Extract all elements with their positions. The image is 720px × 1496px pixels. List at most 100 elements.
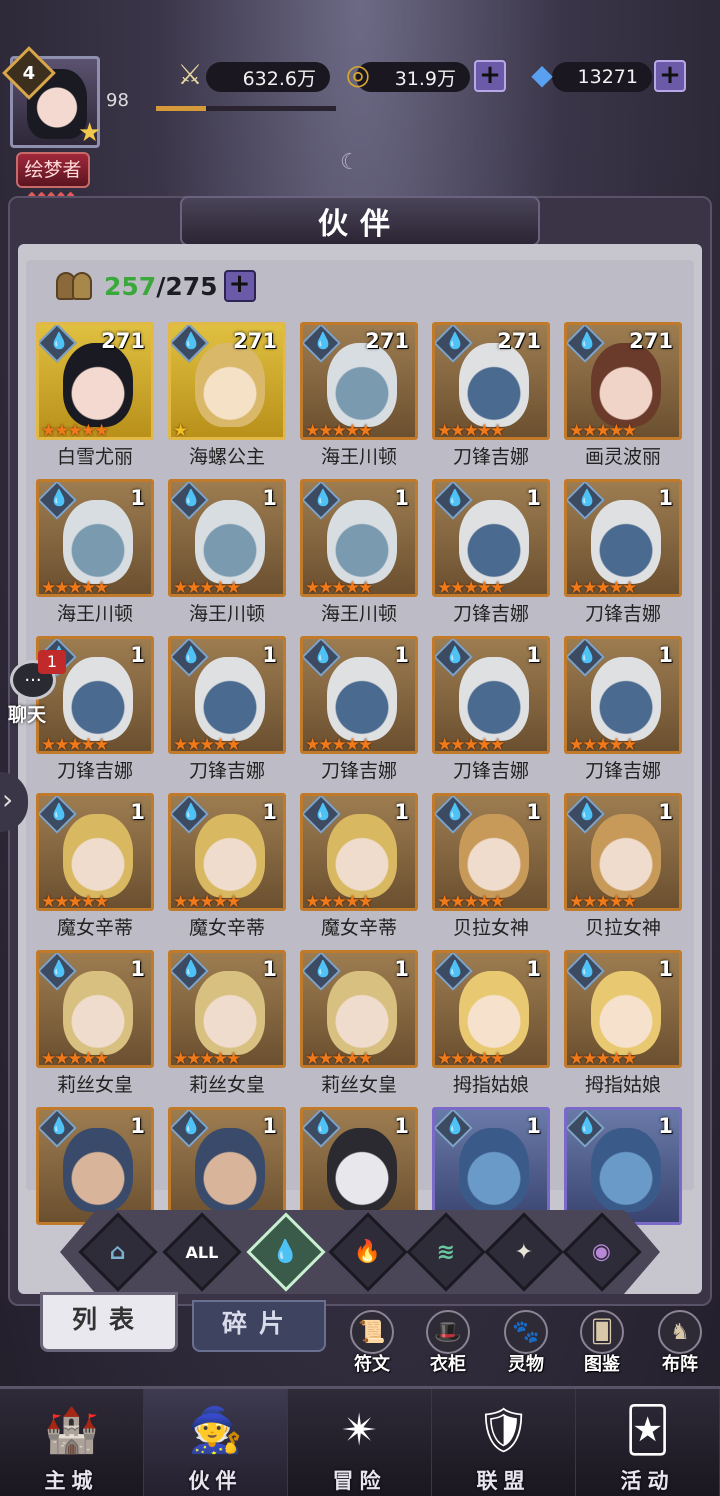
partner-level: 1	[394, 643, 409, 667]
partner-portrait: 💧 1 ★★★★★	[168, 950, 286, 1068]
partner-portrait: 💧 271 ★★★★★	[36, 322, 154, 440]
water-drop-icon: 💧	[577, 802, 597, 821]
partner-face	[327, 500, 397, 584]
partner-stars: ★★★★★	[437, 421, 505, 440]
partner-card[interactable]: 💧 1 ★★★★★ 贝拉女神	[564, 793, 682, 950]
partner-card[interactable]: 💧 1 ★★★★★ 刀锋吉娜	[168, 636, 286, 793]
runes-button-label: 符文	[354, 1354, 390, 1375]
partner-name: 魔女辛蒂	[320, 917, 397, 939]
partner-card[interactable]: 💧 1 ★★★★★ 拇指姑娘	[564, 950, 682, 1107]
player-level: 4	[22, 62, 36, 84]
partner-portrait: 💧 271 ★★★★★	[564, 322, 682, 440]
partner-card[interactable]: 💧 271 ★★★★★ 画灵波丽	[564, 322, 682, 479]
partner-card[interactable]: 💧 1 ★★★★★ 刀锋吉娜	[432, 479, 550, 636]
partner-card[interactable]: 💧 271 ★★★★★ 白雪尤丽	[36, 322, 154, 479]
water-drop-icon: 💧	[445, 488, 465, 507]
partner-stars: ★★★★★	[173, 892, 241, 911]
nav-alliance[interactable]: 🛡 联盟	[432, 1389, 576, 1496]
partner-portrait: 💧 1	[564, 1107, 682, 1225]
expand-slots-button[interactable]: +	[223, 270, 256, 302]
partner-portrait: 💧 1 ★★★★★	[432, 479, 550, 597]
add-diamond-button[interactable]: +	[654, 60, 686, 92]
partner-face	[63, 971, 133, 1055]
partner-stars: ★★★★★	[173, 578, 241, 597]
water-drop-icon: 💧	[181, 645, 201, 664]
partner-face	[195, 500, 265, 584]
partner-card[interactable]: 💧 271 ★★★★★ 刀锋吉娜	[432, 322, 550, 479]
water-drop-icon: 💧	[313, 1116, 333, 1135]
partner-card[interactable]: 💧 1 ★★★★★ 贝拉女神	[432, 793, 550, 950]
nav-partners[interactable]: 🧙 伙伴	[144, 1389, 288, 1496]
partner-card[interactable]: 💧 1 ★★★★★ 刀锋吉娜	[432, 636, 550, 793]
adventure-icon: ✴	[341, 1404, 378, 1456]
player-title[interactable]: 绘梦者	[16, 152, 90, 188]
partner-face	[591, 971, 661, 1055]
nav-alliance-label: 联盟	[476, 1469, 531, 1493]
chat-label: 聊天	[8, 704, 47, 726]
water-drop-icon: 💧	[181, 488, 201, 507]
partner-card[interactable]: 💧 1 ★★★★★ 莉丝女皇	[168, 950, 286, 1107]
partner-stars: ★★★★★	[305, 578, 373, 597]
filter-glyph: ≋	[436, 1239, 456, 1265]
partner-portrait: 💧 1 ★★★★★	[300, 636, 418, 754]
partner-name: 莉丝女皇	[56, 1074, 133, 1096]
partner-card[interactable]: 💧 1 ★★★★★ 刀锋吉娜	[564, 636, 682, 793]
partner-level: 1	[262, 1114, 277, 1138]
partner-stars: ★★★★★	[437, 892, 505, 911]
partner-face	[591, 657, 661, 741]
partner-face	[327, 343, 397, 427]
water-drop-icon: 💧	[577, 1116, 597, 1135]
codex-button[interactable]: 🂠 图鉴	[568, 1310, 636, 1380]
spirit-button[interactable]: 🐾 灵物	[492, 1310, 560, 1380]
partner-card[interactable]: 💧 1 ★★★★★ 魔女辛蒂	[300, 793, 418, 950]
wardrobe-button[interactable]: 🎩 衣柜	[414, 1310, 482, 1380]
nav-main-city-label: 主城	[44, 1469, 99, 1493]
player-exp: 98	[106, 90, 129, 111]
partner-card[interactable]: 💧 1 ★★★★★ 莉丝女皇	[36, 950, 154, 1107]
partner-stars: ★★★★★	[437, 578, 505, 597]
partner-card[interactable]: 💧 1 ★★★★★ 海王川顿	[168, 479, 286, 636]
partner-portrait: 💧 1 ★★★★★	[432, 636, 550, 754]
partner-card[interactable]: 💧 271 ★ 海螺公主	[168, 322, 286, 479]
partner-portrait: 💧 1 ★★★★★	[168, 793, 286, 911]
partner-card[interactable]: 💧 1 ★★★★★ 刀锋吉娜	[300, 636, 418, 793]
diamond-icon: ◆	[531, 57, 553, 91]
partner-face	[63, 1128, 133, 1212]
partner-face	[591, 1128, 661, 1212]
water-drop-icon: 💧	[49, 488, 69, 507]
partner-portrait: 💧 1	[432, 1107, 550, 1225]
partner-level: 1	[130, 486, 145, 510]
tab-list[interactable]: 列表	[40, 1292, 178, 1352]
partner-level: 1	[262, 643, 277, 667]
water-drop-icon: 💧	[181, 959, 201, 978]
partner-stars: ★★★★★	[437, 735, 505, 754]
formation-button[interactable]: ♞ 布阵	[646, 1310, 714, 1380]
partner-card[interactable]: 💧 1 ★★★★★ 海王川顿	[300, 479, 418, 636]
add-gold-button[interactable]: +	[474, 60, 506, 92]
partner-card[interactable]: 💧 1 ★★★★★ 莉丝女皇	[300, 950, 418, 1107]
partner-card[interactable]: 💧 1 ★★★★★ 魔女辛蒂	[168, 793, 286, 950]
partner-card[interactable]: 💧 1 ★★★★★ 魔女辛蒂	[36, 793, 154, 950]
nav-adventure[interactable]: ✴ 冒险	[288, 1389, 432, 1496]
nav-adventure-label: 冒险	[332, 1469, 387, 1493]
partner-count-current: 257	[104, 271, 157, 301]
partner-card[interactable]: 💧 271 ★★★★★ 海王川顿	[300, 322, 418, 479]
partner-card[interactable]: 💧 1 ★★★★★ 拇指姑娘	[432, 950, 550, 1107]
partner-card[interactable]: 💧 1 ★★★★★ 刀锋吉娜	[564, 479, 682, 636]
partner-stars: ★★★★★	[41, 892, 109, 911]
runes-button[interactable]: 📜 符文	[338, 1310, 406, 1380]
partner-card[interactable]: 💧 1 ★★★★★ 海王川顿	[36, 479, 154, 636]
chat-button[interactable]: ··· 1 聊天	[4, 650, 66, 726]
partner-name: 刀锋吉娜	[452, 760, 529, 782]
partner-level: 271	[629, 329, 673, 353]
partner-stars: ★★★★★	[305, 421, 373, 440]
partner-portrait: 💧 1	[36, 1107, 154, 1225]
partner-name: 海螺公主	[188, 446, 265, 468]
partner-face	[195, 343, 265, 427]
tab-fragments[interactable]: 碎片	[192, 1300, 326, 1352]
partner-level: 1	[394, 800, 409, 824]
nav-events[interactable]: 🃏 活动	[576, 1389, 720, 1496]
partner-portrait: 💧 1 ★★★★★	[564, 950, 682, 1068]
nav-main-city[interactable]: 🏰 主城	[0, 1389, 144, 1496]
partners-icon	[54, 268, 98, 304]
